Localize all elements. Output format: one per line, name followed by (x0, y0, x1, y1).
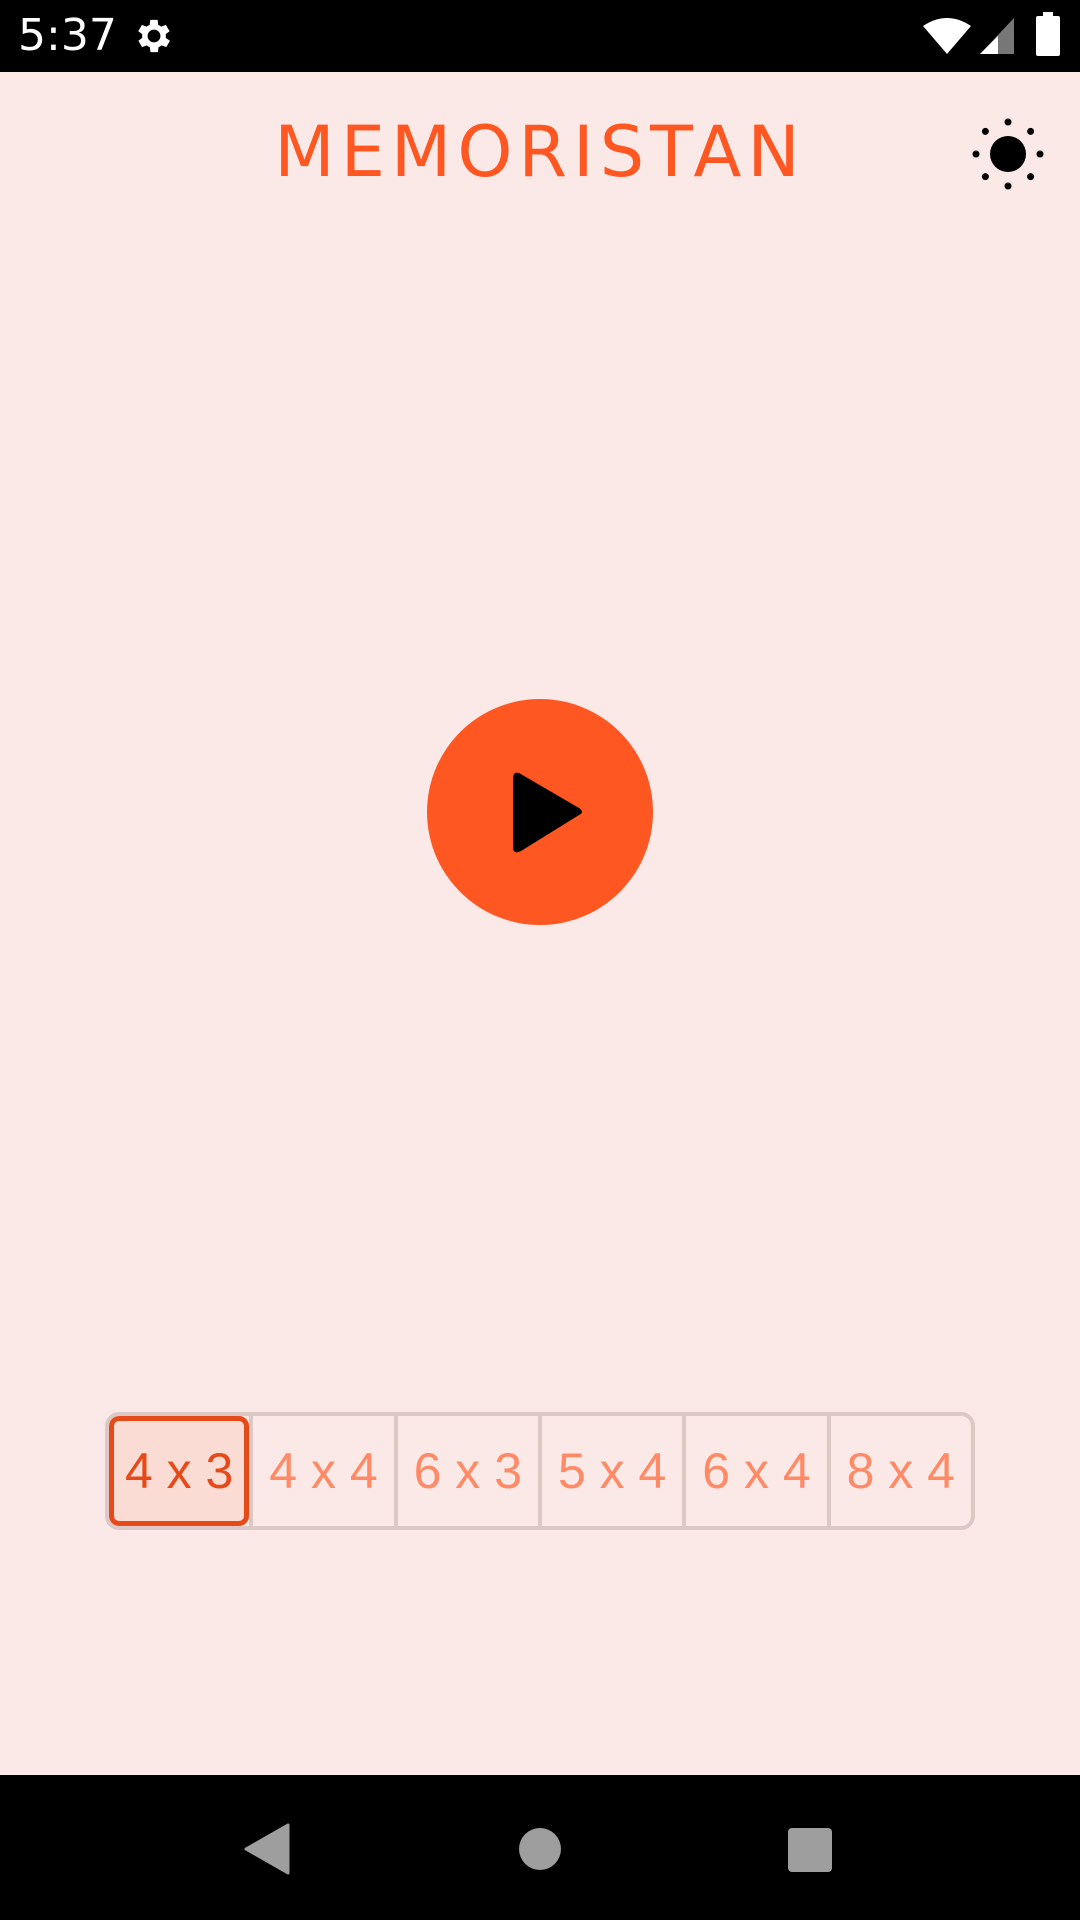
status-time: 5:37 (18, 10, 117, 61)
battery-icon (1036, 12, 1060, 56)
grid-size-selector: 4 x 3 4 x 4 6 x 3 5 x 4 6 x 4 8 x 4 (105, 1412, 975, 1530)
size-option-4x3[interactable]: 4 x 3 (109, 1416, 250, 1526)
size-option-4x4[interactable]: 4 x 4 (249, 1416, 393, 1526)
gear-icon (138, 19, 170, 53)
size-option-5x4[interactable]: 5 x 4 (537, 1416, 682, 1526)
play-icon (513, 772, 582, 853)
back-icon[interactable] (244, 1823, 290, 1875)
size-option-6x3[interactable]: 6 x 3 (393, 1416, 538, 1526)
app-screen: MEMORISTAN 4 x 3 4 x 4 6 x 3 5 x 4 6 x 4… (0, 72, 1080, 1775)
size-option-6x4[interactable]: 6 x 4 (682, 1416, 826, 1526)
wifi-icon (923, 18, 971, 54)
status-bar: 5:37 (0, 0, 1080, 72)
recents-icon[interactable] (787, 1827, 833, 1873)
home-icon[interactable] (518, 1827, 562, 1871)
navigation-bar (0, 1775, 1080, 1920)
app-title: MEMORISTAN (274, 111, 806, 193)
sun-icon[interactable] (970, 116, 1046, 192)
cell-signal-icon (980, 18, 1014, 54)
play-button[interactable] (427, 699, 653, 925)
size-option-8x4[interactable]: 8 x 4 (826, 1416, 971, 1526)
